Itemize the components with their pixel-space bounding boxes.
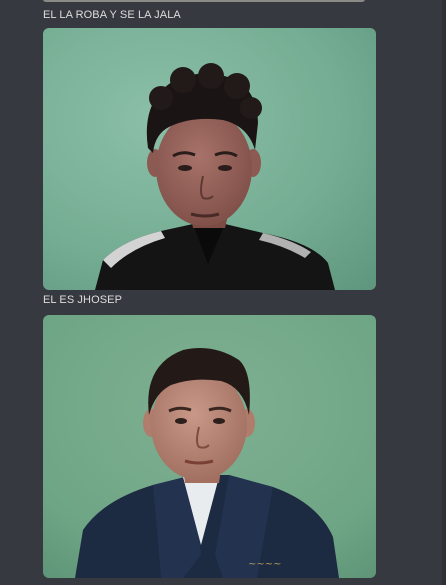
photo (43, 28, 376, 290)
scrollbar[interactable] (442, 0, 446, 585)
photo: ~~~~ (43, 315, 376, 578)
image-attachment[interactable] (43, 28, 376, 290)
chat-message-list: EL LA ROBA Y SE LA JALA EL ES JHOSEP ~~~… (0, 0, 446, 585)
image-attachment[interactable]: ~~~~ (43, 315, 376, 578)
previous-image-attachment-edge[interactable] (43, 0, 365, 2)
svg-text:~~~~: ~~~~ (248, 559, 282, 570)
message-text: EL LA ROBA Y SE LA JALA (43, 9, 181, 21)
message-text: EL ES JHOSEP (43, 294, 123, 306)
